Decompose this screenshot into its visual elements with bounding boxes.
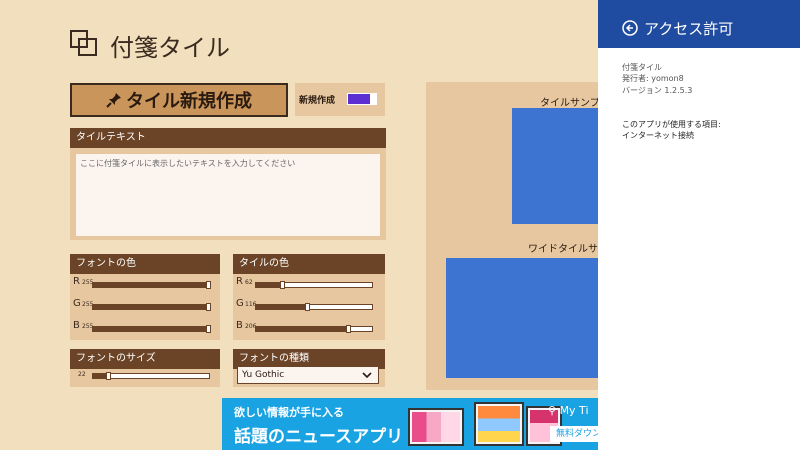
tile-color-panel: タイルの色 R 62 G 116 B 206 [233, 254, 385, 340]
font-color-channel-letter: B [73, 320, 80, 331]
font-type-panel: フォントの種類 Yu Gothic [233, 349, 385, 387]
tile-color-channel-letter: G [236, 298, 244, 309]
charm-title: アクセス許可 [644, 20, 734, 38]
back-arrow-circle-icon[interactable] [622, 20, 638, 40]
tile-color-b-slider[interactable] [255, 325, 373, 333]
new-tile-button-label: タイル新規作成 [126, 91, 252, 112]
pin-icon [106, 92, 122, 108]
new-toggle-label: 新規作成 [299, 96, 336, 106]
font-type-select[interactable]: Yu Gothic [237, 366, 379, 384]
font-size-slider[interactable] [92, 372, 210, 380]
font-color-b-slider[interactable] [92, 325, 211, 333]
font-color-channel-letter: G [73, 298, 81, 309]
tile-sample [512, 108, 600, 224]
ad-brand: My Ti [559, 404, 589, 417]
charm-uses-label: このアプリが使用する項目: [622, 120, 721, 129]
font-type-selected: Yu Gothic [242, 370, 285, 380]
app-window: 付箋タイル タイル新規作成 新規作成 タイルテキスト ここに付箋タイルに表示した… [0, 0, 800, 450]
slider-thumb[interactable] [206, 281, 211, 289]
tile-color-g-row: G 116 [233, 298, 385, 320]
page-title: 付箋タイル [110, 34, 230, 62]
new-toggle-panel: 新規作成 [295, 83, 385, 116]
font-size-header: フォントのサイズ [70, 349, 220, 369]
chevron-down-icon [362, 368, 372, 388]
charm-version: バージョン 1.2.5.3 [622, 86, 693, 95]
font-color-channel-letter: R [73, 276, 80, 287]
bookmark-icon: ⚲ [548, 404, 557, 417]
new-tile-button[interactable]: タイル新規作成 [70, 83, 288, 117]
tile-text-header: タイルテキスト [70, 128, 386, 148]
slider-thumb[interactable] [206, 325, 211, 333]
ad-title: 話題のニュースアプリ [234, 427, 404, 447]
slider-fill [93, 327, 209, 331]
slider-fill [256, 327, 350, 331]
charm-app-name: 付箋タイル [622, 63, 662, 72]
font-color-b-row: B 255 [70, 320, 220, 342]
tile-color-g-slider[interactable] [255, 303, 373, 311]
tile-color-b-row: B 206 [233, 320, 385, 342]
font-size-value: 22 [78, 371, 86, 378]
permissions-charm: アクセス許可 付箋タイル 発行者: yomon8 バージョン 1.2.5.3 こ… [598, 0, 800, 450]
slider-thumb[interactable] [206, 303, 211, 311]
slider-thumb[interactable] [346, 325, 352, 333]
slider-fill [93, 283, 209, 287]
ad-headline: 欲しい情報が手に入る [234, 406, 344, 419]
wide-tile-sample-label: ワイドタイルサン [528, 244, 608, 255]
toggle-thumb [370, 93, 376, 105]
slider-thumb[interactable] [304, 303, 310, 311]
laptop-image [474, 402, 524, 446]
slider-fill [256, 305, 309, 309]
tile-color-r-row: R 62 [233, 276, 385, 298]
wide-tile-sample [446, 258, 600, 378]
font-color-g-slider[interactable] [92, 303, 211, 311]
tile-color-header: タイルの色 [233, 254, 385, 274]
ad-banner[interactable]: 欲しい情報が手に入る 話題のニュースアプリ ⚲ My Ti [222, 398, 600, 450]
tile-color-channel-letter: B [236, 320, 243, 331]
font-color-header: フォントの色 [70, 254, 220, 274]
ad-brand-label: ⚲ My Ti [548, 404, 589, 417]
tile-text-panel: タイルテキスト ここに付箋タイルに表示したいテキストを入力してください [70, 128, 386, 240]
overlapping-squares-icon [70, 30, 98, 56]
font-color-panel: フォントの色 R 255 G 255 B 255 [70, 254, 220, 340]
slider-fill [93, 305, 209, 309]
font-color-r-slider[interactable] [92, 281, 211, 289]
slider-thumb[interactable] [279, 281, 285, 289]
tile-sample-area: タイルサンプル ワイドタイルサン [426, 82, 610, 390]
charm-publisher: 発行者: yomon8 [622, 74, 684, 83]
tablet-image [408, 408, 464, 446]
tile-text-input[interactable]: ここに付箋タイルに表示したいテキストを入力してください [76, 154, 380, 236]
tile-color-channel-letter: R [236, 276, 243, 287]
charm-uses-item: インターネット接続 [622, 131, 694, 140]
tile-color-r-slider[interactable] [255, 281, 373, 289]
tile-color-channel-value: 62 [245, 279, 253, 286]
font-size-slider-thumb[interactable] [105, 372, 111, 380]
new-toggle-switch[interactable] [347, 93, 377, 105]
font-color-r-row: R 255 [70, 276, 220, 298]
font-color-g-row: G 255 [70, 298, 220, 320]
charm-header: アクセス許可 [598, 0, 800, 48]
font-size-panel: フォントのサイズ 22 [70, 349, 220, 387]
